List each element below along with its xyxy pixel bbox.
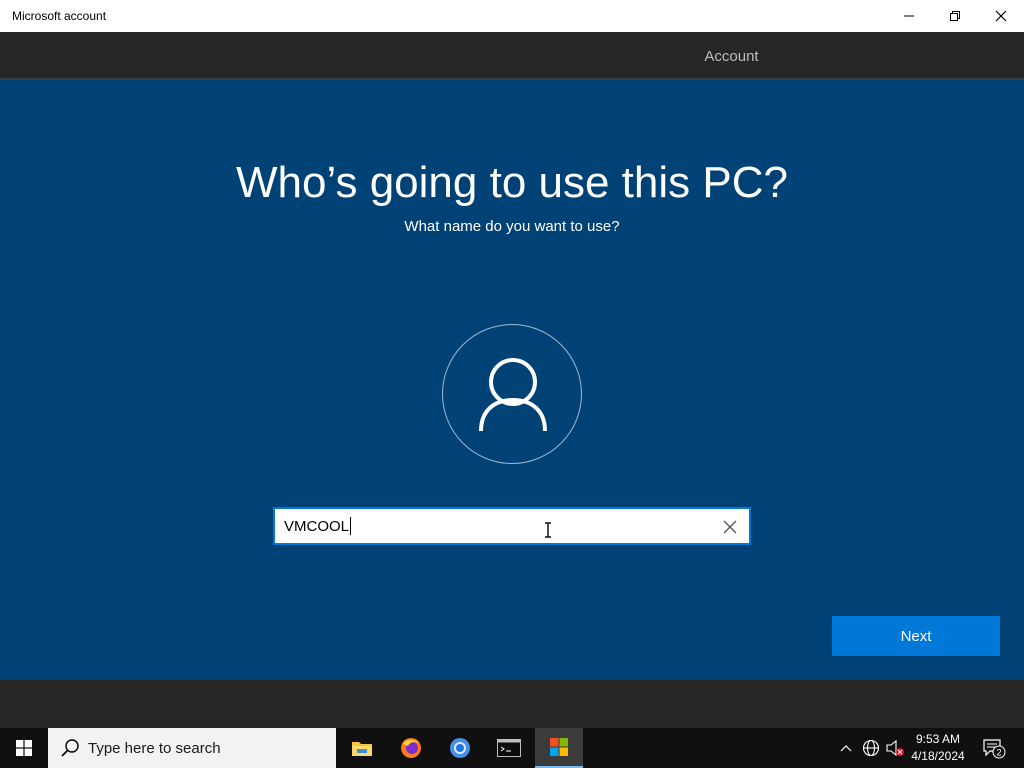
taskbar-chrome[interactable] (436, 728, 484, 768)
avatar (442, 324, 582, 464)
restore-button[interactable] (932, 0, 978, 32)
restore-icon (950, 11, 960, 21)
close-button[interactable] (978, 0, 1024, 32)
globe-network-icon (862, 739, 880, 757)
main-panel: Who’s going to use this PC? What name do… (0, 80, 1024, 680)
chrome-icon (450, 738, 470, 758)
name-input[interactable]: VMCOOL (284, 517, 352, 535)
close-icon (995, 10, 1007, 22)
window-titlebar: Microsoft account (0, 0, 1024, 32)
chevron-up-icon (840, 745, 852, 752)
taskbar-file-explorer[interactable] (338, 728, 386, 768)
oobe-header: Account (0, 32, 1024, 82)
minimize-button[interactable] (886, 0, 932, 32)
footer-band (0, 680, 1024, 728)
notification-count: 2 (996, 748, 1001, 758)
windows-logo-icon (16, 740, 32, 756)
tab-account[interactable]: Account (634, 32, 829, 82)
volume-muted-icon (886, 739, 904, 757)
taskbar-search[interactable]: Type here to search (48, 728, 336, 768)
search-placeholder: Type here to search (88, 739, 221, 757)
taskbar-microsoft-store[interactable] (535, 728, 583, 768)
volume-tray-button[interactable] (884, 728, 906, 768)
minimize-icon (904, 15, 914, 17)
show-hidden-icons-button[interactable] (836, 728, 856, 768)
start-button[interactable] (0, 728, 48, 768)
page-title: Who’s going to use this PC? (236, 158, 788, 207)
microsoft-store-icon (550, 738, 568, 756)
name-input-value: VMCOOL (284, 517, 350, 535)
taskbar-terminal[interactable] (485, 728, 533, 768)
page-subtitle: What name do you want to use? (404, 218, 620, 235)
folder-icon (352, 742, 372, 756)
user-icon (479, 358, 547, 432)
window-title: Microsoft account (12, 9, 107, 23)
tab-account-label: Account (704, 47, 759, 65)
clear-input-button[interactable] (719, 516, 741, 538)
network-tray-button[interactable] (860, 728, 882, 768)
next-button[interactable]: Next (832, 616, 1000, 656)
search-icon (61, 739, 79, 757)
clear-icon (723, 520, 737, 534)
text-caret (350, 517, 352, 535)
clock-date: 4/18/2024 (911, 749, 965, 763)
terminal-icon (497, 739, 521, 757)
clock-time: 9:53 AM (915, 732, 961, 746)
taskbar: Type here to search 9:53 AM 4/18/2024 2 (0, 728, 1024, 768)
ibeam-cursor-icon (545, 522, 551, 538)
taskbar-firefox[interactable] (387, 728, 435, 768)
name-field[interactable]: VMCOOL (273, 507, 751, 545)
action-center-button[interactable]: 2 (976, 728, 1012, 768)
notification-icon: 2 (983, 739, 1006, 759)
firefox-icon (401, 738, 421, 758)
taskbar-clock[interactable]: 9:53 AM 4/18/2024 (906, 731, 970, 765)
